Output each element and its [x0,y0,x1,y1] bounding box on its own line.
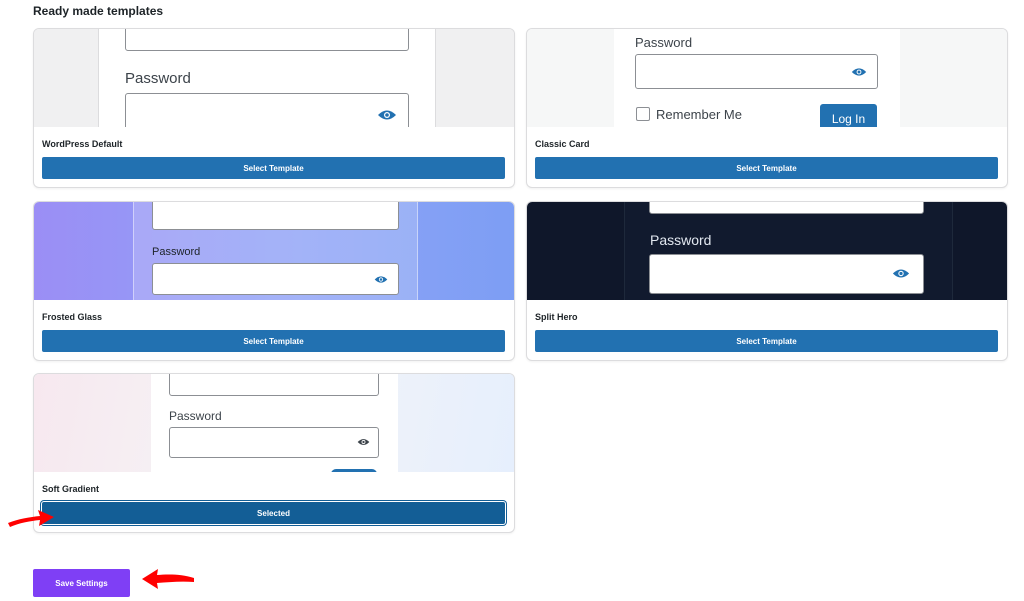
eye-icon [892,269,910,278]
arrow-icon [142,569,194,589]
checkbox-icon [636,107,650,121]
template-name: Frosted Glass [42,312,103,322]
template-name: Split Hero [535,312,578,322]
preview-password-label: Password [152,246,201,258]
select-template-button[interactable]: Select Template [42,157,505,179]
preview-username-field [649,202,924,214]
select-template-button[interactable]: Select Template [42,330,505,352]
preview-form-panel: Password [624,202,953,300]
template-name: WordPress Default [42,139,123,149]
preview-password-field [635,54,878,89]
template-preview: Password [34,202,514,300]
arrow-icon [8,510,54,527]
preview-password-field [125,93,409,127]
preview-form-panel: Password Remember Me Log In [614,29,900,127]
preview-remember-label: Remember Me [656,107,742,122]
select-template-button[interactable]: Select Template [535,157,998,179]
preview-password-field [152,263,399,295]
template-name: Soft Gradient [42,484,100,494]
template-card-soft-gradient: Password Soft Gradient Selected [33,373,515,533]
template-card-frosted-glass: Password Frosted Glass Select Template [33,201,515,361]
preview-password-field [169,427,379,458]
template-card-split-hero: Password Split Hero Select Template [526,201,1008,361]
preview-password-label: Password [169,409,222,423]
preview-username-field [152,202,399,230]
eye-icon [851,68,867,76]
save-settings-button[interactable]: Save Settings [33,569,130,597]
template-card-classic-card: Password Remember Me Log In Classic Card… [526,28,1008,188]
preview-login-button: Log In [820,104,877,127]
preview-username-field [125,29,409,51]
preview-password-label: Password [635,35,693,50]
select-template-button[interactable]: Select Template [535,330,998,352]
preview-username-field [169,374,379,396]
preview-form-panel: Password [98,29,436,127]
preview-form-panel: Password [133,202,418,300]
template-preview: Password [34,29,514,127]
eye-icon [378,110,396,120]
template-name: Classic Card [535,139,590,149]
preview-login-button [331,469,377,472]
preview-password-label: Password [650,232,712,248]
preview-password-field [649,254,924,294]
template-preview: Password [527,202,1007,300]
template-preview: Password Remember Me Log In [527,29,1007,127]
template-preview: Password [34,374,514,472]
selected-template-button[interactable]: Selected [42,502,505,524]
preview-password-label: Password [125,70,191,87]
eye-icon [374,276,388,283]
preview-form-panel: Password [151,374,398,472]
template-card-wordpress-default: Password WordPress Default Select Templa… [33,28,515,188]
page-heading: Ready made templates [33,4,164,18]
eye-icon [357,439,370,445]
